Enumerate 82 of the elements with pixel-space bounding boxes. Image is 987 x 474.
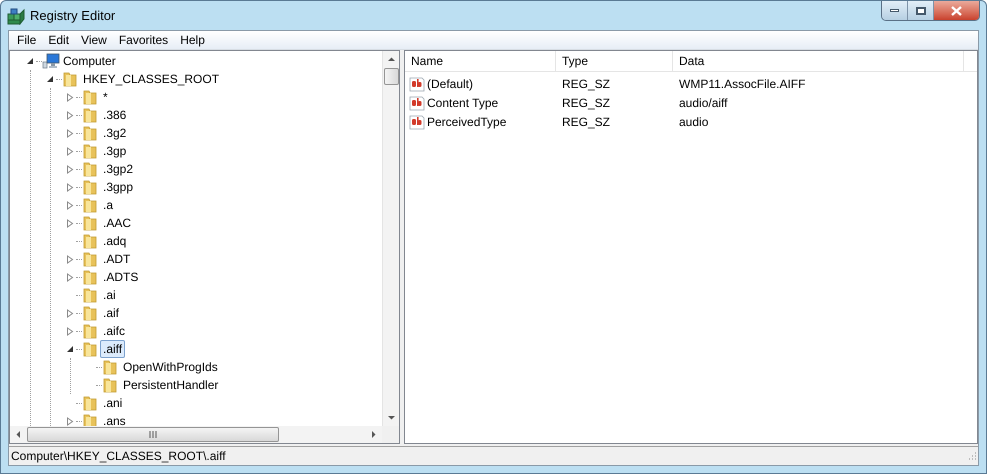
status-text: Computer\HKEY_CLASSES_ROOT\.aiff: [11, 448, 226, 465]
scroll-thumb[interactable]: [384, 68, 398, 85]
column-header[interactable]: Data: [673, 51, 964, 71]
computer-icon: [42, 53, 60, 69]
string-value-icon: [409, 94, 425, 110]
folder-icon: [82, 287, 98, 303]
resize-grip-icon[interactable]: [967, 451, 977, 461]
folder-icon: [102, 377, 118, 393]
tree-item[interactable]: Computer: [60, 52, 119, 70]
collapse-icon[interactable]: [26, 57, 34, 65]
expand-icon[interactable]: [66, 416, 74, 426]
menu-item[interactable]: Edit: [42, 30, 76, 50]
value-data: WMP11.AssocFile.AIFF: [678, 76, 806, 92]
folder-icon: [82, 251, 98, 267]
value-name: (Default): [427, 76, 474, 92]
tree-item[interactable]: .386: [100, 106, 130, 124]
folder-icon: [82, 107, 98, 123]
value-name: Content Type: [427, 94, 498, 112]
folder-icon: [82, 179, 98, 195]
minimize-button[interactable]: [882, 1, 908, 20]
menu-item[interactable]: File: [11, 30, 42, 50]
folder-icon: [82, 233, 98, 249]
value-row[interactable]: (Default) REG_SZ WMP11.AssocFile.AIFF: [405, 74, 977, 93]
value-name: PerceivedType: [427, 114, 506, 130]
folder-icon: [82, 341, 98, 357]
folder-icon: [82, 197, 98, 213]
collapse-icon[interactable]: [46, 75, 54, 83]
folder-icon: [82, 89, 98, 105]
tree-item[interactable]: .ADTS: [100, 268, 142, 286]
tree-item[interactable]: *: [100, 88, 111, 106]
value-data: audio/aiff: [678, 94, 728, 112]
tree-item[interactable]: .3gp2: [100, 160, 136, 178]
folder-icon: [82, 161, 98, 177]
value-type: REG_SZ: [561, 94, 612, 112]
menu-item[interactable]: View: [75, 30, 113, 50]
column-header[interactable]: Type: [556, 51, 673, 71]
string-value-icon: [409, 114, 425, 130]
tree-item[interactable]: .aiff: [100, 340, 126, 358]
collapse-icon[interactable]: [66, 345, 74, 353]
tree-item[interactable]: .ADT: [100, 250, 134, 268]
window-title: Registry Editor: [30, 6, 116, 25]
tree-item[interactable]: .3gpp: [100, 178, 136, 196]
tree-item[interactable]: .ans: [100, 412, 129, 426]
tree-item[interactable]: OpenWithProgIds: [120, 358, 221, 376]
tree-item[interactable]: .a: [100, 196, 116, 214]
folder-icon: [62, 71, 78, 87]
tree-item[interactable]: .AAC: [100, 214, 134, 232]
close-icon: [951, 6, 962, 16]
folder-icon: [82, 413, 98, 426]
value-row[interactable]: PerceivedType REG_SZ audio: [405, 112, 977, 131]
menu-item[interactable]: Favorites: [112, 30, 174, 50]
value-type: REG_SZ: [561, 76, 612, 92]
maximize-button[interactable]: [908, 1, 934, 20]
vertical-scrollbar[interactable]: [382, 51, 399, 426]
column-header[interactable]: Name: [405, 51, 556, 71]
folder-icon: [82, 269, 98, 285]
folder-icon: [82, 305, 98, 321]
horizontal-scrollbar[interactable]: [10, 426, 382, 443]
tree-item[interactable]: .aifc: [100, 322, 128, 340]
cubes-icon: [7, 6, 25, 24]
value-type: REG_SZ: [561, 114, 612, 130]
menu-item[interactable]: Help: [174, 30, 211, 50]
scroll-thumb[interactable]: [27, 427, 279, 442]
folder-icon: [82, 395, 98, 411]
string-value-icon: [409, 76, 425, 92]
tree-item[interactable]: .ai: [100, 286, 119, 304]
tree-item[interactable]: .3gp: [100, 142, 130, 160]
tree-item[interactable]: .aif: [100, 304, 122, 322]
folder-icon: [82, 215, 98, 231]
tree-item[interactable]: .3g2: [100, 124, 130, 142]
folder-icon: [82, 323, 98, 339]
folder-icon: [102, 359, 118, 375]
tree-item[interactable]: HKEY_CLASSES_ROOT: [80, 70, 222, 88]
tree-item[interactable]: PersistentHandler: [120, 376, 222, 394]
folder-icon: [82, 125, 98, 141]
folder-icon: [82, 143, 98, 159]
grip-icon: [149, 431, 157, 438]
tree-item[interactable]: .ani: [100, 394, 126, 412]
value-row[interactable]: Content Type REG_SZ audio/aiff: [405, 93, 977, 112]
close-button[interactable]: [934, 1, 979, 20]
value-data: audio: [678, 114, 708, 130]
tree-item[interactable]: .adq: [100, 232, 130, 250]
